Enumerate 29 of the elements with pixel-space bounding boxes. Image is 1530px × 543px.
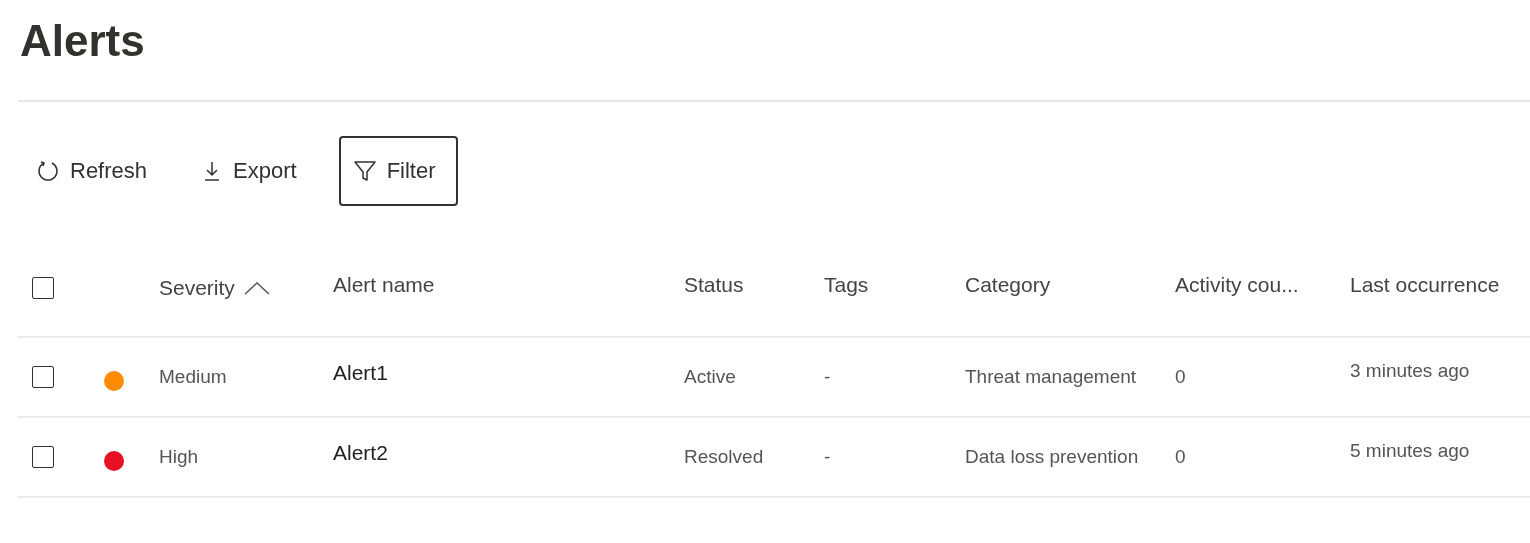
row-checkbox[interactable] xyxy=(32,446,54,468)
alert-name-link[interactable]: Alert1 xyxy=(333,361,388,384)
filter-icon xyxy=(352,159,377,183)
table-cell: 3 minutes ago xyxy=(1350,360,1470,381)
column-header[interactable]: Category xyxy=(965,276,1051,300)
row-checkbox[interactable] xyxy=(32,366,54,388)
table-cell: Medium xyxy=(159,366,227,387)
table-cell: Resolved xyxy=(684,446,764,467)
table-cell: Threat management xyxy=(965,366,1137,387)
table-cell: - xyxy=(824,446,831,467)
table-cell: 0 xyxy=(1175,366,1186,387)
sort-up-icon xyxy=(242,280,271,296)
table-cell: Data loss prevention xyxy=(965,446,1139,467)
column-header[interactable]: Severity xyxy=(159,276,271,300)
column-header[interactable]: Tags xyxy=(824,276,869,300)
alert-name-link[interactable]: Alert2 xyxy=(333,441,388,464)
page-title: Alerts xyxy=(19,15,146,67)
column-header[interactable]: Last occurrence xyxy=(1350,276,1500,300)
table-cell: High xyxy=(159,446,199,467)
column-header[interactable]: Status xyxy=(684,276,744,300)
table-cell: 5 minutes ago xyxy=(1350,440,1470,461)
table-cell: - xyxy=(824,366,831,387)
column-header[interactable]: Alert name xyxy=(333,276,435,300)
select-all-checkbox[interactable] xyxy=(32,277,54,299)
filter-button[interactable]: Filter xyxy=(338,136,458,206)
table-cell: Active xyxy=(684,366,736,387)
refresh-icon xyxy=(36,159,60,183)
column-header[interactable]: Activity cou... xyxy=(1175,276,1299,300)
table-cell: 0 xyxy=(1175,446,1186,467)
